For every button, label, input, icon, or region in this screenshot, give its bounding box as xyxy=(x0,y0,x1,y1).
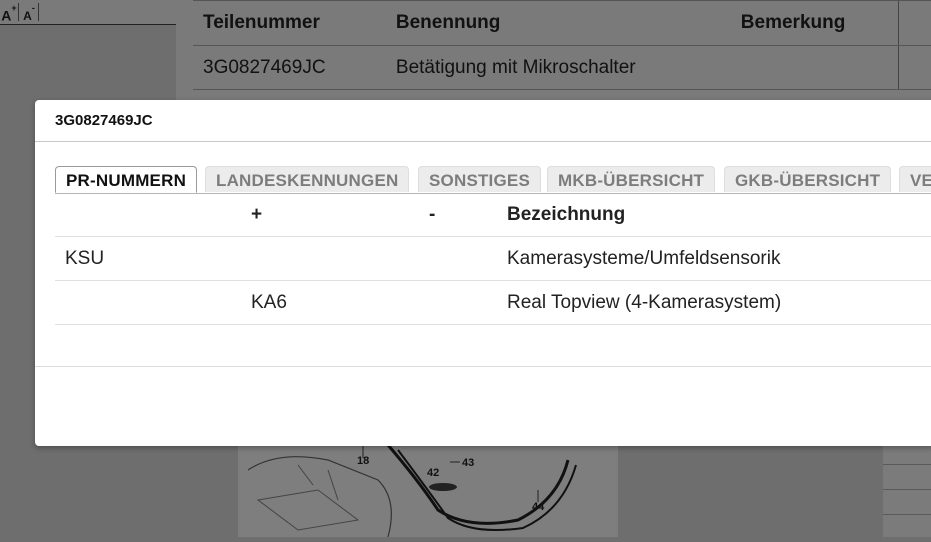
tab-ve[interactable]: VE xyxy=(899,166,931,192)
modal-footer-divider xyxy=(35,366,931,367)
diagram-label-42[interactable]: 42 xyxy=(427,467,439,479)
pr-minus-cell xyxy=(419,236,497,281)
column-header-bezeichnung: Bezeichnung xyxy=(497,193,931,237)
diagram-label-18[interactable]: 18 xyxy=(357,455,369,467)
parts-table: Teilenummer Benennung Bemerkung 3G082746… xyxy=(193,0,931,90)
tab-sonstiges[interactable]: SONSTIGES xyxy=(418,166,541,192)
part-name-cell: Betätigung mit Mikroschalter xyxy=(385,45,731,90)
modal-header: 3G0827469JC xyxy=(35,100,931,142)
modal-title: 3G0827469JC xyxy=(55,112,153,129)
increase-font-button[interactable]: A+ xyxy=(0,3,19,24)
tab-mkb-uebersicht[interactable]: MKB-ÜBERSICHT xyxy=(547,166,716,192)
pr-code-cell: KSU xyxy=(55,236,241,281)
tab-landeskennungen[interactable]: LANDESKENNUNGEN xyxy=(205,166,410,192)
diagram-drawing xyxy=(247,444,577,538)
part-details-modal: 3G0827469JC PR-NUMMERN LANDESKENNUNGEN S… xyxy=(35,100,931,446)
table-row[interactable]: KA6 Real Topview (4-Kamerasystem) xyxy=(55,280,931,325)
modal-tabs: PR-NUMMERN LANDESKENNUNGEN SONSTIGES MKB… xyxy=(55,166,931,194)
column-header-extra xyxy=(898,0,931,46)
diagram-label-44[interactable]: 44 xyxy=(532,501,544,513)
part-remark-cell xyxy=(730,45,899,90)
pr-plus-cell: KA6 xyxy=(241,280,419,325)
column-header-minus: - xyxy=(419,193,497,237)
column-header-teilenummer: Teilenummer xyxy=(193,0,386,46)
pr-plus-cell xyxy=(241,236,419,281)
parts-diagram[interactable]: 18 42 43 44 xyxy=(238,440,618,538)
table-row[interactable]: 3G0827469JC Betätigung mit Mikroschalter xyxy=(193,45,931,90)
list-item xyxy=(883,490,931,515)
font-size-toolbar: A+ A- xyxy=(0,0,176,25)
diagram-label-43[interactable]: 43 xyxy=(462,457,474,469)
column-header-bemerkung: Bemerkung xyxy=(730,0,899,46)
column-header-code xyxy=(55,193,241,237)
pr-code-cell xyxy=(55,280,241,325)
pr-minus-cell xyxy=(419,280,497,325)
part-extra-cell xyxy=(898,45,931,90)
pr-description-cell: Kamerasysteme/Umfeldsensorik xyxy=(497,236,931,281)
column-header-benennung: Benennung xyxy=(385,0,731,46)
pr-description-cell: Real Topview (4-Kamerasystem) xyxy=(497,280,931,325)
pr-numbers-table: + - Bezeichnung KSU Kamerasysteme/Umfeld… xyxy=(55,193,931,325)
list-item xyxy=(883,465,931,490)
right-side-list-fragment xyxy=(883,440,931,537)
decrease-font-button[interactable]: A- xyxy=(20,3,39,23)
tab-gkb-uebersicht[interactable]: GKB-ÜBERSICHT xyxy=(724,166,892,192)
part-number-cell: 3G0827469JC xyxy=(193,45,386,90)
column-header-plus: + xyxy=(241,193,419,237)
tab-pr-nummern[interactable]: PR-NUMMERN xyxy=(55,166,198,193)
table-row[interactable]: KSU Kamerasysteme/Umfeldsensorik xyxy=(55,236,931,281)
